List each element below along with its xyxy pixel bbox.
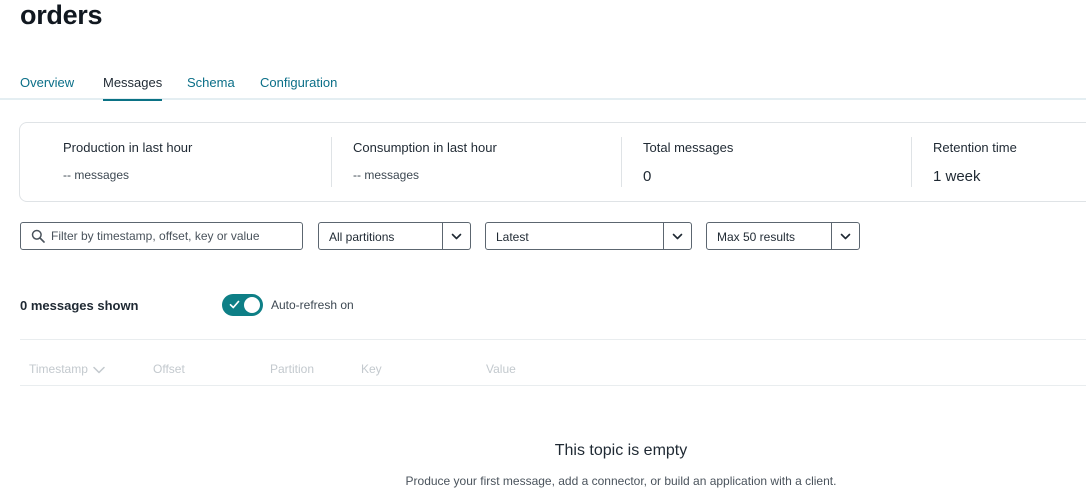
message-filter-input[interactable] xyxy=(51,227,296,245)
select-separator xyxy=(442,223,443,249)
page-title: orders xyxy=(20,0,103,30)
stat-consumption-label: Consumption in last hour xyxy=(353,140,497,155)
column-header-key: Key xyxy=(361,362,382,376)
stat-production-value: -- messages xyxy=(63,168,130,182)
stat-retention-value: 1 week xyxy=(933,168,981,185)
chevron-down-icon[interactable] xyxy=(672,231,683,242)
auto-refresh-toggle[interactable] xyxy=(222,294,263,316)
chevron-down-icon[interactable] xyxy=(93,365,105,375)
column-header-timestamp[interactable]: Timestamp xyxy=(29,362,105,376)
message-filter-field xyxy=(20,222,303,250)
auto-refresh-label: Auto-refresh on xyxy=(271,298,354,312)
check-icon xyxy=(229,300,240,309)
stat-retention-label: Retention time xyxy=(933,140,1017,155)
max-results-select[interactable]: Max 50 results xyxy=(706,222,860,250)
tab-messages[interactable]: Messages xyxy=(103,75,163,101)
stat-total-messages-label: Total messages xyxy=(643,140,734,155)
column-header-timestamp-label: Timestamp xyxy=(29,362,88,376)
offset-position-select[interactable]: Latest xyxy=(485,222,692,250)
toggle-knob xyxy=(244,297,260,313)
search-icon xyxy=(31,229,45,243)
stat-production-label: Production in last hour xyxy=(63,140,193,155)
messages-shown-count: 0 messages shown xyxy=(20,298,139,313)
topic-stats-card: Production in last hour -- messages Cons… xyxy=(19,122,1086,202)
chevron-down-icon[interactable] xyxy=(451,231,462,242)
messages-table-header: Timestamp Offset Partition Key Value xyxy=(20,354,1086,386)
offset-position-select-value: Latest xyxy=(496,230,529,244)
tab-overview[interactable]: Overview xyxy=(20,75,74,101)
select-separator xyxy=(663,223,664,249)
tab-configuration[interactable]: Configuration xyxy=(260,75,337,101)
stat-divider xyxy=(911,137,912,187)
select-separator xyxy=(831,223,832,249)
stat-consumption-value: -- messages xyxy=(353,168,420,182)
stat-divider xyxy=(621,137,622,187)
chevron-down-icon[interactable] xyxy=(840,231,851,242)
max-results-select-value: Max 50 results xyxy=(717,230,796,244)
empty-state-subtitle: Produce your first message, add a connec… xyxy=(405,474,837,488)
column-header-partition: Partition xyxy=(270,362,315,376)
stat-total-messages-value: 0 xyxy=(643,168,652,185)
partitions-select[interactable]: All partitions xyxy=(318,222,471,250)
table-divider xyxy=(20,339,1086,340)
empty-state-title: This topic is empty xyxy=(554,442,688,459)
topic-tabs: Overview Messages Schema Configuration xyxy=(0,72,1086,101)
column-header-value: Value xyxy=(486,362,516,376)
stat-divider xyxy=(331,137,332,187)
partitions-select-value: All partitions xyxy=(329,230,395,244)
topic-page: orders Overview Messages Schema Configur… xyxy=(0,0,1086,497)
tab-schema[interactable]: Schema xyxy=(187,75,235,101)
column-header-offset: Offset xyxy=(153,362,185,376)
